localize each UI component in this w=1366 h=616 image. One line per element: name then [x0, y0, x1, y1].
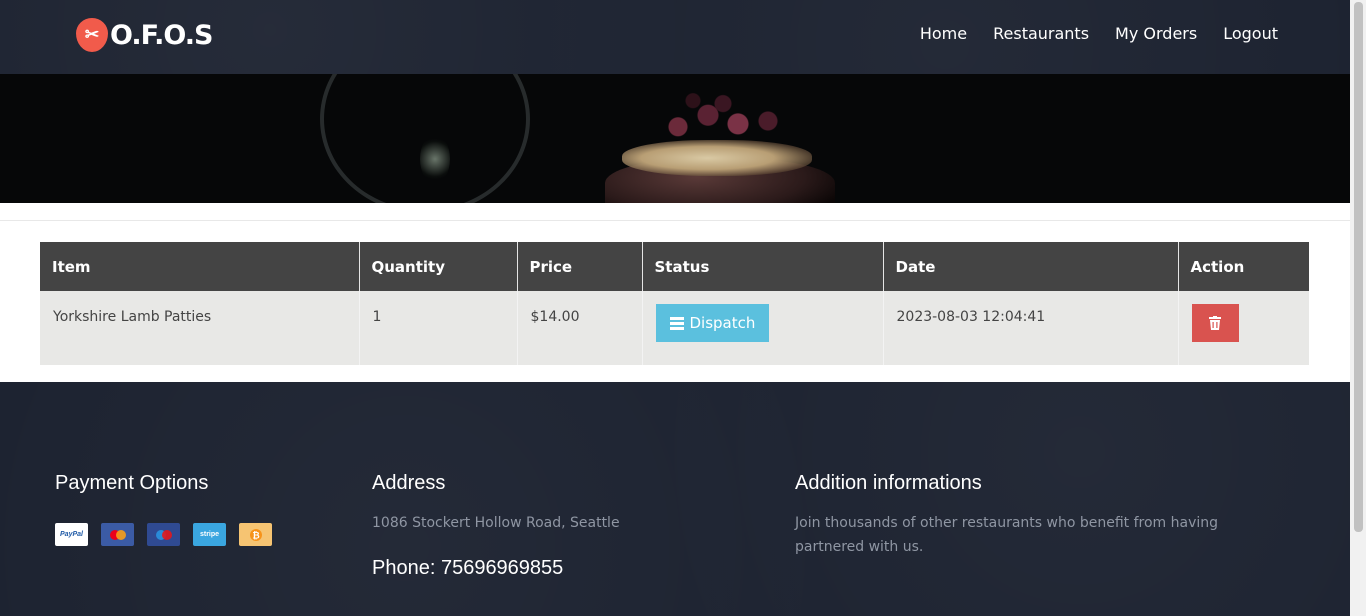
nav-restaurants[interactable]: Restaurants: [993, 24, 1089, 43]
footer-info-section: Addition informations Join thousands of …: [795, 472, 1285, 559]
svg-text:₿: ₿: [252, 530, 259, 540]
main-nav: Home Restaurants My Orders Logout: [920, 24, 1278, 43]
site-footer: Payment Options PayPal stripe ₿ Address …: [0, 382, 1350, 616]
scrollbar-thumb[interactable]: [1354, 2, 1363, 532]
table-header-row: Item Quantity Price Status Date Action: [40, 242, 1309, 291]
footer-payment-section: Payment Options PayPal stripe ₿: [55, 472, 272, 546]
column-header-item: Item: [40, 242, 360, 291]
cell-action: [1178, 291, 1309, 365]
vertical-scrollbar[interactable]: [1350, 0, 1366, 616]
cell-status: Dispatch: [642, 291, 884, 365]
stripe-icon: stripe: [193, 523, 226, 546]
banner-berries: [648, 92, 798, 150]
nav-logout[interactable]: Logout: [1223, 24, 1278, 43]
banner-glass-stem: [420, 134, 450, 184]
hero-banner-image: [0, 74, 1350, 203]
trash-icon: [1209, 316, 1221, 330]
delete-order-button[interactable]: [1191, 304, 1239, 342]
cell-item: Yorkshire Lamb Patties: [40, 291, 360, 365]
nav-my-orders[interactable]: My Orders: [1115, 24, 1197, 43]
mastercard-icon: [101, 523, 134, 546]
section-divider: [0, 220, 1350, 221]
orders-table: Item Quantity Price Status Date Action Y…: [40, 242, 1309, 365]
footer-address-section: Address 1086 Stockert Hollow Road, Seatt…: [372, 472, 620, 580]
maestro-icon: [147, 523, 180, 546]
column-header-price: Price: [517, 242, 643, 291]
column-header-date: Date: [883, 242, 1179, 291]
cell-quantity: 1: [359, 291, 518, 365]
paypal-icon: PayPal: [55, 523, 88, 546]
address-text: 1086 Stockert Hollow Road, Seattle: [372, 515, 620, 531]
address-title: Address: [372, 472, 446, 494]
payment-options-title: Payment Options: [55, 472, 209, 494]
hamburger-icon: [669, 316, 684, 330]
site-logo[interactable]: ✂ O.F.O.S: [76, 18, 213, 52]
column-header-quantity: Quantity: [359, 242, 518, 291]
cell-date: 2023-08-03 12:04:41: [883, 291, 1179, 365]
fork-knife-icon: ✂: [76, 18, 108, 52]
payment-icons: PayPal stripe ₿: [55, 523, 272, 546]
nav-home[interactable]: Home: [920, 24, 967, 43]
table-row: Yorkshire Lamb Patties 1 $14.00 Dispatch…: [40, 291, 1309, 365]
column-header-action: Action: [1178, 242, 1309, 291]
phone-number: Phone: 75696969855: [372, 557, 564, 579]
logo-text: O.F.O.S: [110, 19, 213, 51]
additional-info-text: Join thousands of other restaurants who …: [795, 515, 1219, 555]
dispatch-status-button[interactable]: Dispatch: [655, 304, 770, 342]
bitcoin-icon: ₿: [239, 523, 272, 546]
site-header: ✂ O.F.O.S Home Restaurants My Orders Log…: [0, 0, 1350, 74]
dispatch-label: Dispatch: [689, 314, 756, 332]
additional-info-title: Addition informations: [795, 472, 982, 494]
column-header-status: Status: [642, 242, 884, 291]
cell-price: $14.00: [517, 291, 643, 365]
